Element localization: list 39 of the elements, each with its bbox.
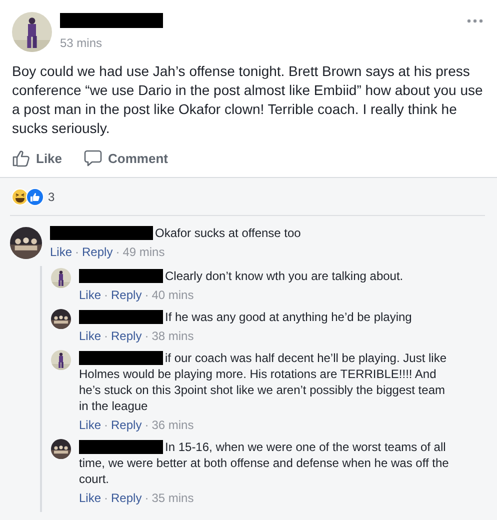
separator-dot: · [104, 417, 108, 433]
comment-time: 40 mins [152, 287, 194, 303]
speech-bubble-icon [84, 149, 102, 167]
comment-text: if our coach was half decent he’ll be playing. Just like Holmes would be playing more. His rotations are TERRIBLE!!!! And he’s stuck on this 3point shot like we aren’t possibly the biggest team in the league [79, 350, 448, 414]
action-link[interactable]: Like [50, 244, 72, 260]
separator-dot: · [104, 328, 108, 344]
comment-text: Clearly don’t know wth you are talking about. [164, 268, 404, 284]
action-link[interactable]: Like [79, 287, 102, 303]
thumbs-up-icon [12, 149, 30, 167]
more-icon[interactable] [467, 18, 483, 24]
comment-text: Okafor sucks at offense too [154, 225, 302, 241]
comment-text: In 15-16, when we were one of the worst teams of all time, we were better at both offense and defense when he was off the court. [79, 439, 450, 487]
separator-dot: · [104, 490, 108, 506]
action-link[interactable]: Reply [111, 490, 142, 506]
comment-time: 35 mins [152, 490, 194, 506]
separator-dot: · [104, 287, 108, 303]
action-link[interactable]: Like [79, 490, 102, 506]
separator-dot: · [144, 490, 149, 506]
like-button[interactable]: Like [12, 149, 62, 167]
post-time: 53 mins [60, 36, 104, 50]
post-text: Boy could we had use Jah’s offense tonight. Brett Brown says at his press conference “we use Dario in the post almost like Embiid” how about you use a post man in the post like Okafor clown! Terrible coach. I really think he sucks seriously. [12, 62, 484, 138]
action-link[interactable]: Reply [111, 328, 142, 344]
separator-dot: · [144, 328, 149, 344]
separator-dot: · [75, 244, 80, 260]
comment-button[interactable]: Comment [84, 149, 168, 167]
action-link[interactable]: Like [79, 328, 102, 344]
thumbs-up-icon [26, 188, 44, 206]
action-link[interactable]: Reply [82, 244, 113, 260]
separator-dot: · [144, 417, 149, 433]
comment-text: If he was any good at anything he’d be playing [164, 309, 413, 325]
comment-time: 36 mins [152, 417, 194, 433]
action-link[interactable]: Like [79, 417, 102, 433]
separator-dot: · [144, 287, 149, 303]
reaction-count[interactable]: 3 [48, 190, 55, 204]
comment-time: 38 mins [152, 328, 194, 344]
comment-time: 49 mins [122, 244, 165, 260]
separator-dot: · [116, 244, 120, 260]
action-link[interactable]: Reply [111, 417, 142, 433]
action-link[interactable]: Reply [111, 287, 142, 303]
